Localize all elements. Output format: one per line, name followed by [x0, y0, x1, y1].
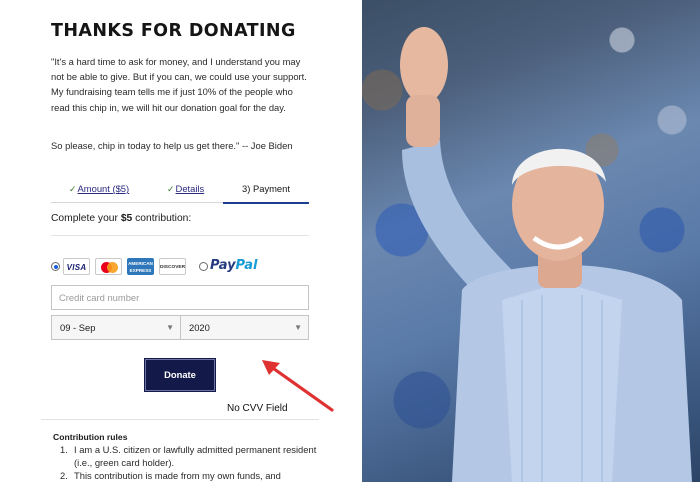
annotation-arrow-icon: [262, 360, 334, 412]
amex-line2: EXPRESS: [129, 268, 152, 273]
tab-amount-label[interactable]: Amount ($5): [78, 183, 130, 194]
check-icon: ✓: [69, 184, 77, 194]
paypal-payment-radio[interactable]: [199, 262, 208, 271]
divider: [41, 419, 319, 420]
list-item: 2. This contribution is made from my own…: [60, 470, 320, 482]
tab-details-label[interactable]: Details: [176, 183, 205, 194]
rule-text: This contribution is made from my own fu…: [74, 469, 281, 481]
paypal-logo-part1: Pay: [210, 258, 236, 273]
paypal-logo[interactable]: PayPal: [210, 258, 257, 273]
mastercard-icon: [95, 258, 122, 275]
divider: [51, 235, 309, 236]
visa-icon: VISA: [63, 258, 90, 275]
tab-amount[interactable]: ✓Amount ($5): [69, 179, 129, 203]
paypal-logo-part2: Pal: [235, 258, 258, 273]
card-payment-radio[interactable]: [51, 262, 60, 271]
contribution-summary: Complete your $5 contribution:: [51, 213, 191, 224]
step-tabs: ✓Amount ($5) ✓Details 3) Payment: [51, 179, 309, 204]
expiry-year-select[interactable]: 2020 ▼: [180, 315, 309, 340]
contribution-prefix: Complete your: [51, 213, 121, 224]
expiry-year-value: 2020: [189, 322, 210, 333]
rules-list: 1. I am a U.S. citizen or lawfully admit…: [60, 444, 320, 482]
expiry-month-value: 09 - Sep: [60, 322, 96, 333]
check-icon: ✓: [167, 184, 175, 194]
chevron-down-icon: ▼: [294, 323, 302, 332]
appeal-signoff: So please, chip in today to help us get …: [51, 140, 293, 151]
list-item: 1. I am a U.S. citizen or lawfully admit…: [60, 444, 320, 470]
chevron-down-icon: ▼: [166, 323, 174, 332]
contribution-suffix: contribution:: [132, 213, 192, 224]
donation-panel: THANKS FOR DONATING "It's a hard time to…: [0, 0, 362, 482]
candidate-photo: [362, 0, 700, 482]
tab-details[interactable]: ✓Details: [167, 179, 204, 203]
tab-payment[interactable]: 3) Payment: [223, 179, 309, 204]
appeal-quote: "It's a hard time to ask for money, and …: [51, 56, 307, 113]
rule-number: 1.: [60, 444, 68, 455]
rules-title: Contribution rules: [53, 432, 128, 442]
contribution-amount: $5: [120, 213, 133, 224]
discover-icon: DISCOVER: [159, 258, 186, 275]
donate-button[interactable]: Donate: [145, 359, 215, 391]
waving-person-image: [400, 27, 692, 482]
page-title: THANKS FOR DONATING: [51, 21, 296, 41]
expiry-month-select[interactable]: 09 - Sep ▼: [51, 315, 181, 340]
amex-line1: AMERICAN: [128, 261, 153, 266]
amex-icon: AMERICAN EXPRESS: [127, 258, 154, 275]
rule-text: I am a U.S. citizen or lawfully admitted…: [74, 444, 317, 468]
credit-card-input[interactable]: Credit card number: [51, 285, 309, 310]
discover-text: DISCOVER: [160, 265, 186, 270]
rule-number: 2.: [60, 469, 68, 481]
